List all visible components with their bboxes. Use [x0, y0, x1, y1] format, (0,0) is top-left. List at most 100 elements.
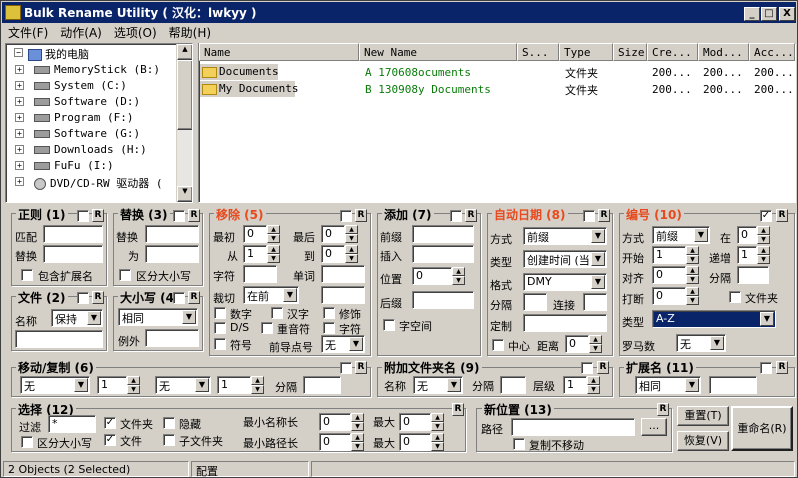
expand-icon[interactable]: + [15, 97, 24, 106]
col-name[interactable]: Name [199, 43, 359, 61]
expand-icon[interactable]: + [15, 129, 24, 138]
case-except-input[interactable] [145, 329, 199, 347]
table-row[interactable]: Documents A 170608ocuments 文件夹 200... 20… [200, 64, 795, 80]
remove-chars-input[interactable] [243, 265, 277, 283]
select-sub-checkbox[interactable] [163, 434, 175, 446]
replace-with-input[interactable] [145, 245, 199, 263]
remove-to-input[interactable]: 0 [321, 245, 345, 263]
maximize-button[interactable]: □ [761, 7, 777, 21]
move-enable-checkbox[interactable] [340, 362, 352, 374]
number-inc-input[interactable]: 1 [737, 246, 757, 264]
tree-drive[interactable]: + DVD/CD-RW 驱动器 ( [15, 175, 162, 191]
col-new-name[interactable]: New Name [359, 43, 517, 61]
folder-tree[interactable]: − 我的电脑 + MemoryStick (B:) + System (C:) + So… [5, 43, 193, 203]
chevron-down-icon[interactable]: ▼ [447, 378, 461, 392]
number-at-input[interactable]: 0 [737, 226, 757, 244]
remove-han-checkbox[interactable] [271, 307, 283, 319]
remove-to-spinner[interactable]: ▲ ▼ [345, 245, 358, 263]
add-pos-input[interactable]: 0 [412, 267, 452, 285]
tree-drive[interactable]: + Software (D:) [15, 95, 140, 108]
select-folders-checkbox[interactable]: ✓ [104, 417, 116, 429]
move-sep-input[interactable] [303, 376, 341, 394]
regex-reset-button[interactable]: R [92, 209, 104, 222]
close-button[interactable]: X [779, 7, 795, 21]
case-reset-button[interactable]: R [188, 291, 200, 304]
replace-reset-button[interactable]: R [188, 209, 200, 222]
move-b-spinner[interactable]: ▲ ▼ [127, 376, 140, 394]
add-insert-input[interactable] [412, 245, 474, 263]
autodate-conn-input[interactable] [583, 293, 607, 311]
select-minpath-input[interactable]: 0 [319, 433, 351, 451]
newloc-reset-button[interactable]: R [657, 403, 669, 416]
col-created[interactable]: Cre... [647, 43, 698, 61]
chevron-down-icon[interactable]: ▼ [591, 275, 605, 289]
replace-input[interactable] [145, 225, 199, 243]
append-enable-checkbox[interactable] [581, 362, 593, 374]
remove-sym-checkbox[interactable] [214, 338, 226, 350]
autodate-custom-input[interactable] [523, 314, 607, 332]
remove-last-input[interactable]: 0 [321, 225, 345, 243]
tree-drive[interactable]: + Program (F:) [15, 111, 133, 124]
regex-enable-checkbox[interactable] [77, 210, 89, 222]
scroll-thumb[interactable] [177, 60, 192, 130]
autodate-offset-input[interactable]: 0 [565, 335, 589, 353]
remove-words-input[interactable] [321, 265, 365, 283]
append-sep-input[interactable] [500, 376, 526, 394]
chevron-down-icon[interactable]: ▼ [195, 378, 209, 392]
minimize-button[interactable]: _ [744, 7, 760, 21]
append-level-spinner[interactable]: ▲ ▼ [587, 376, 600, 394]
revert-button[interactable]: 恢复(V) [677, 431, 729, 451]
menu-options[interactable]: 选项(O) [108, 24, 163, 41]
tree-drive[interactable]: + Software (G:) [15, 127, 140, 140]
add-space-checkbox[interactable] [383, 319, 395, 331]
browse-button[interactable]: ... [641, 418, 667, 436]
col-modified[interactable]: Mod... [698, 43, 749, 61]
remove-from-input[interactable]: 1 [243, 245, 267, 263]
move-b-input[interactable]: 1 [97, 376, 127, 394]
tree-root[interactable]: − 我的电脑 [14, 46, 89, 62]
expand-icon[interactable]: + [15, 177, 24, 186]
expand-icon[interactable]: + [15, 161, 24, 170]
col-s[interactable]: S... [517, 43, 559, 61]
number-type-select[interactable]: A-Z [652, 310, 776, 328]
remove-enable-checkbox[interactable] [340, 210, 352, 222]
replace-case-checkbox[interactable] [119, 269, 131, 281]
move-d-input[interactable]: 1 [217, 376, 251, 394]
move-d-spinner[interactable]: ▲ ▼ [251, 376, 264, 394]
select-minname-input[interactable]: 0 [319, 413, 351, 431]
remove-reset-button[interactable]: R [355, 209, 367, 222]
select-minname-spinner[interactable]: ▲ ▼ [351, 413, 364, 431]
file-name-input[interactable] [15, 330, 103, 348]
number-sep-input[interactable] [737, 266, 769, 284]
select-hidden-checkbox[interactable] [163, 417, 175, 429]
ext-enable-checkbox[interactable] [760, 362, 772, 374]
ext-input[interactable] [709, 376, 757, 394]
select-maxpath-input[interactable]: 0 [399, 433, 431, 451]
chevron-down-icon[interactable]: ▼ [760, 312, 774, 326]
ext-reset-button[interactable]: R [776, 361, 788, 374]
menu-action[interactable]: 动作(A) [54, 24, 108, 41]
scroll-up-icon[interactable]: ▲ [177, 44, 192, 60]
number-inc-spinner[interactable]: ▲ ▼ [757, 246, 770, 264]
tree-scrollbar[interactable]: ▲ ▼ [176, 44, 192, 202]
number-start-input[interactable]: 1 [652, 246, 686, 264]
number-break-spinner[interactable]: ▲ ▼ [686, 287, 699, 305]
rename-button[interactable]: 重命名(R) [731, 406, 793, 451]
add-prefix-input[interactable] [412, 225, 474, 243]
add-pos-spinner[interactable]: ▲ ▼ [452, 267, 465, 285]
remove-first-input[interactable]: 0 [243, 225, 267, 243]
number-break-input[interactable]: 0 [652, 287, 686, 305]
remove-crop-input[interactable] [321, 286, 365, 304]
chevron-down-icon[interactable]: ▼ [74, 378, 88, 392]
chevron-down-icon[interactable]: ▼ [283, 288, 297, 302]
number-pad-spinner[interactable]: ▲ ▼ [686, 266, 699, 284]
chevron-down-icon[interactable]: ▼ [685, 378, 699, 392]
remove-digits-checkbox[interactable] [214, 307, 226, 319]
chevron-down-icon[interactable]: ▼ [694, 228, 708, 242]
number-pad-input[interactable]: 0 [652, 266, 686, 284]
chevron-down-icon[interactable]: ▼ [87, 311, 101, 325]
number-folder-checkbox[interactable] [729, 291, 741, 303]
scroll-down-icon[interactable]: ▼ [177, 186, 192, 202]
file-enable-checkbox[interactable] [77, 292, 89, 304]
table-row[interactable]: My Documents B 130908y Documents 文件夹 200… [200, 81, 795, 97]
